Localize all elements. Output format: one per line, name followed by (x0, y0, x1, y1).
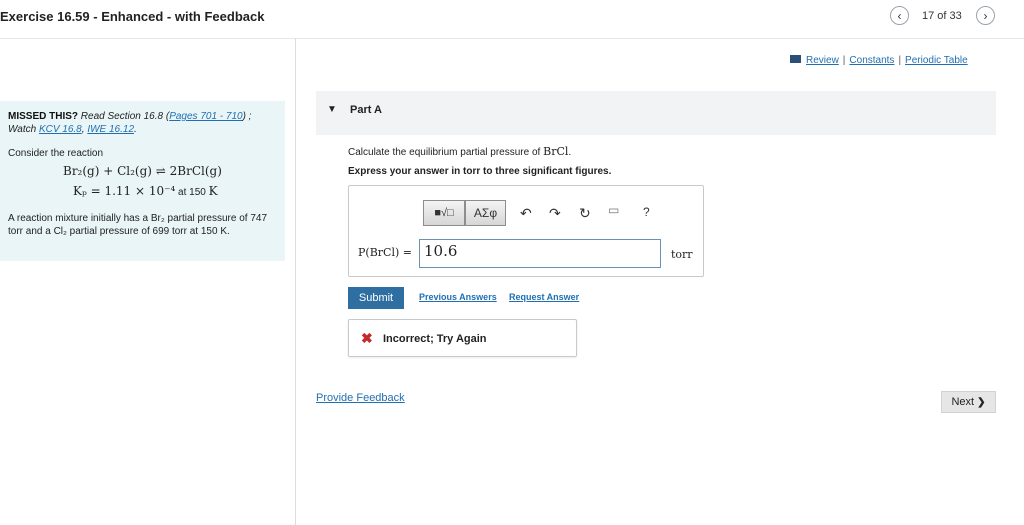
panel-divider (295, 38, 296, 525)
express-instruction: Express your answer in torr to three sig… (348, 166, 612, 177)
kp-value: Kₚ = 1.11 × 10⁻⁴ (73, 184, 176, 198)
problem-panel: MISSED THIS? Read Section 16.8 (Pages 70… (0, 101, 285, 261)
answer-unit: torr (671, 248, 693, 261)
next-item-button[interactable]: › (976, 6, 995, 25)
mixture-description: A reaction mixture initially has a Br₂ p… (8, 213, 268, 237)
period-text: . (134, 123, 137, 135)
chevron-left-icon: ‹ (897, 8, 902, 23)
review-link[interactable]: Review (806, 55, 839, 66)
chevron-right-icon: › (983, 8, 988, 23)
keyboard-icon[interactable]: ▭ (608, 203, 619, 217)
missed-close-text: ) ; (242, 111, 252, 122)
request-answer-link[interactable]: Request Answer (509, 292, 579, 302)
item-position: 17 of 33 (922, 10, 962, 22)
periodic-table-link[interactable]: Periodic Table (905, 55, 968, 66)
template-button[interactable]: ■√□ (423, 200, 465, 226)
collapse-caret-icon[interactable]: ▼ (327, 104, 337, 115)
kp-unit: K (208, 184, 218, 198)
feedback-message: ✖ Incorrect; Try Again (348, 319, 577, 357)
separator: | (842, 55, 846, 66)
missed-title: MISSED THIS? (8, 111, 79, 122)
watch-text: Watch (8, 123, 39, 135)
calc-species: BrCl (543, 145, 569, 158)
undo-icon[interactable]: ↶ (520, 205, 532, 222)
reaction-equation: Br₂(g) + Cl₂(g) ⇌ 2BrCl(g) (63, 164, 222, 178)
next-label: Next (951, 396, 975, 408)
separator: | (898, 55, 902, 66)
iwe-link[interactable]: IWE 16.12 (87, 124, 134, 135)
chevron-right-icon: ❯ (977, 396, 986, 408)
kp-expression: Kₚ = 1.11 × 10⁻⁴ at 150 K (73, 184, 218, 200)
resource-links: Review | Constants | Periodic Table (790, 55, 968, 66)
provide-feedback-link[interactable]: Provide Feedback (316, 392, 405, 404)
calc-end: . (568, 147, 572, 158)
error-x-icon: ✖ (361, 330, 373, 346)
question-text: Calculate the equilibrium partial pressu… (348, 145, 571, 158)
consider-text: Consider the reaction (8, 148, 104, 159)
next-button[interactable]: Next ❯ (941, 391, 996, 413)
kp-at-text: at 150 (175, 187, 209, 198)
answer-input[interactable]: 10.6 (419, 239, 661, 268)
feedback-text: Incorrect; Try Again (383, 333, 487, 345)
kcv-link[interactable]: KCV 16.8 (39, 124, 82, 135)
pages-link[interactable]: Pages 701 - 710 (169, 111, 242, 122)
part-label: Part A (350, 104, 382, 116)
calc-text: Calculate the equilibrium partial pressu… (348, 147, 544, 158)
greek-symbols-button[interactable]: ΑΣφ (465, 200, 506, 226)
answer-box: ■√□ ΑΣφ ↶ ↷ ↻ ▭ ? P(BrCl) = 10.6 torr (348, 185, 704, 277)
reset-icon[interactable]: ↻ (579, 205, 591, 222)
exercise-title: Exercise 16.59 - Enhanced - with Feedbac… (0, 9, 265, 24)
header-bar: Exercise 16.59 - Enhanced - with Feedbac… (0, 0, 1024, 39)
missed-this-hint: MISSED THIS? Read Section 16.8 (Pages 70… (8, 111, 278, 136)
submit-button[interactable]: Submit (348, 287, 404, 309)
previous-answers-link[interactable]: Previous Answers (419, 292, 497, 302)
part-a-header[interactable]: ▼ Part A (316, 91, 996, 135)
redo-icon[interactable]: ↷ (549, 205, 561, 222)
book-icon (790, 55, 801, 63)
answer-label: P(BrCl) = (358, 246, 412, 259)
constants-link[interactable]: Constants (849, 55, 894, 66)
help-icon[interactable]: ? (643, 205, 650, 219)
read-section-text: Read Section 16.8 ( (78, 111, 170, 122)
previous-item-button[interactable]: ‹ (890, 6, 909, 25)
